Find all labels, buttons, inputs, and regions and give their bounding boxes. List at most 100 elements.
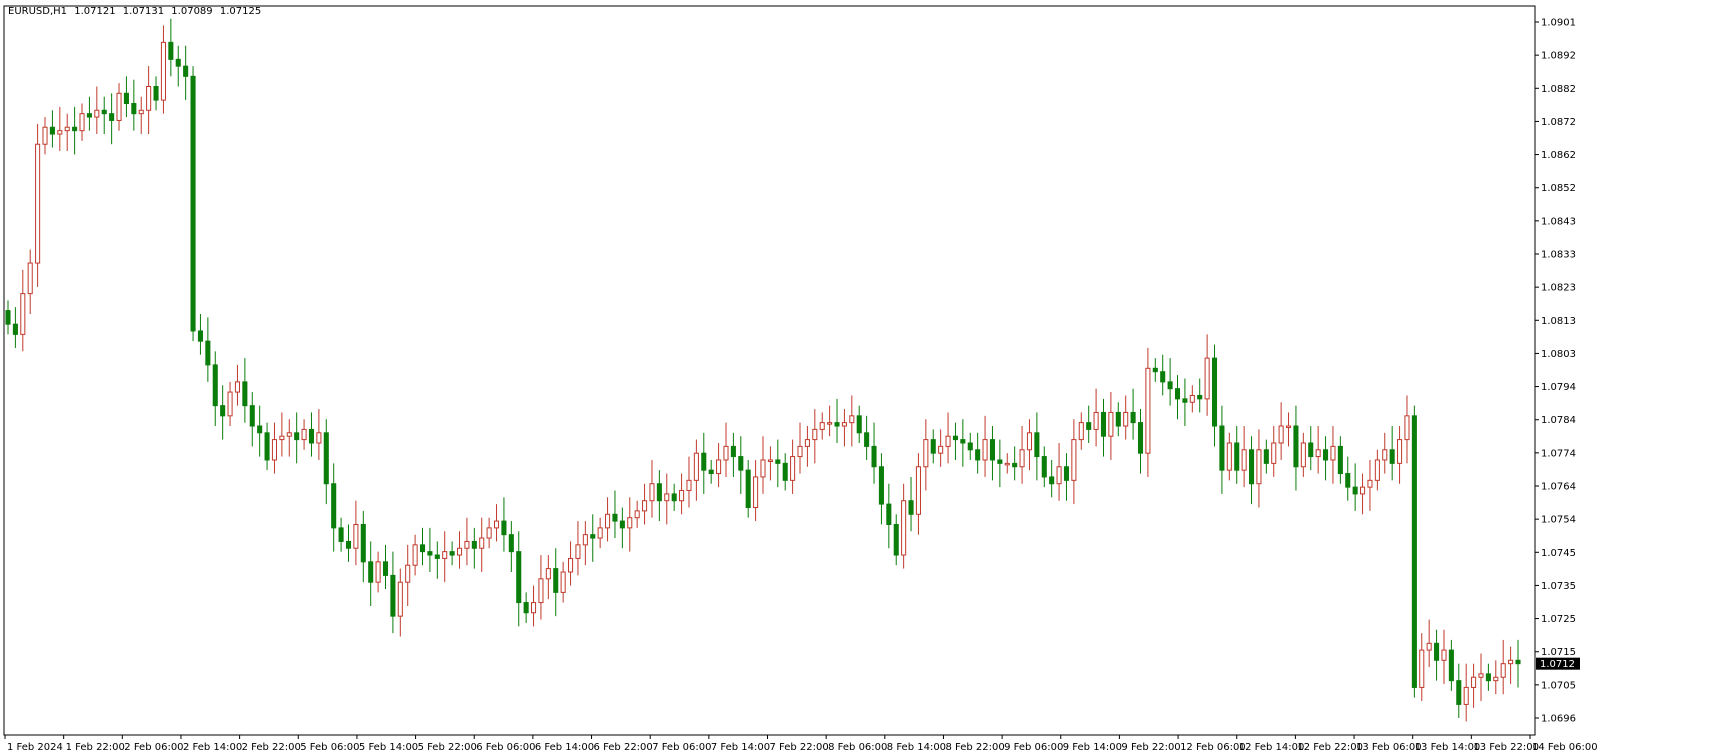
candle-body bbox=[35, 143, 41, 264]
candle-body bbox=[160, 41, 166, 101]
candle-body bbox=[908, 500, 914, 515]
candle-body bbox=[1145, 367, 1151, 454]
time-axis-label: 6 Feb 22:00 bbox=[594, 742, 653, 753]
candle-body bbox=[679, 490, 685, 502]
candle-body bbox=[57, 130, 63, 135]
candle-body bbox=[1493, 676, 1499, 682]
candle-body bbox=[1137, 422, 1144, 454]
candle-body bbox=[671, 493, 677, 502]
candle-body bbox=[1256, 449, 1262, 485]
candle-body bbox=[301, 428, 307, 441]
candle-body bbox=[390, 574, 396, 617]
candle-body bbox=[945, 435, 951, 447]
candle-body bbox=[1500, 663, 1506, 678]
candle-body bbox=[634, 510, 640, 519]
candle-body bbox=[316, 432, 322, 444]
price-axis-label: 1.0794 bbox=[1541, 382, 1576, 393]
candle-body bbox=[1508, 659, 1514, 665]
candle-body bbox=[893, 523, 899, 556]
candle-body bbox=[1360, 486, 1366, 495]
time-axis-label: 7 Feb 06:00 bbox=[652, 742, 711, 753]
candle-body bbox=[197, 330, 203, 342]
price-axis-label: 1.0872 bbox=[1541, 117, 1576, 128]
candle-body bbox=[375, 561, 381, 583]
candle-body bbox=[553, 568, 559, 593]
candle-body bbox=[878, 466, 884, 505]
candle-body bbox=[1337, 445, 1343, 475]
candle-body bbox=[915, 466, 921, 515]
candle-body bbox=[1182, 398, 1188, 403]
candle-body bbox=[597, 527, 603, 539]
time-axis-label: 5 Feb 22:00 bbox=[418, 742, 477, 753]
candle-body bbox=[116, 92, 122, 121]
candle-body bbox=[575, 544, 581, 559]
candle-body bbox=[930, 439, 936, 454]
candle-body bbox=[952, 435, 958, 441]
candle-body bbox=[42, 126, 48, 145]
candle-body bbox=[12, 323, 18, 335]
candle-body bbox=[1330, 445, 1336, 461]
candle-body bbox=[664, 493, 670, 502]
candle-body bbox=[1049, 476, 1055, 485]
price-axis-label: 1.0705 bbox=[1541, 680, 1576, 691]
candle-body bbox=[1130, 411, 1136, 424]
candle-body bbox=[1248, 449, 1255, 485]
candle-body bbox=[1226, 442, 1232, 471]
time-axis-label: 1 Feb 22:00 bbox=[66, 742, 125, 753]
candle-body bbox=[612, 513, 618, 522]
candle-body bbox=[923, 439, 929, 468]
candle-body bbox=[531, 602, 537, 614]
candle-body bbox=[153, 86, 159, 101]
candle-body bbox=[871, 445, 877, 468]
candle-body bbox=[183, 65, 189, 77]
time-axis-label: 1 Feb 2024 bbox=[7, 742, 63, 753]
candle-body bbox=[989, 439, 995, 461]
time-axis-label: 5 Feb 14:00 bbox=[359, 742, 418, 753]
candle-body bbox=[1204, 357, 1210, 400]
candle-body bbox=[975, 449, 981, 461]
time-axis-label: 7 Feb 22:00 bbox=[770, 742, 829, 753]
candle-body bbox=[642, 500, 648, 512]
candle-body bbox=[1471, 676, 1477, 688]
candle-body bbox=[745, 469, 751, 509]
candle-body bbox=[1234, 442, 1240, 471]
candle-body bbox=[345, 540, 352, 549]
price-axis-label: 1.0784 bbox=[1541, 415, 1576, 426]
candle-body bbox=[412, 544, 418, 566]
candle-body bbox=[1411, 415, 1417, 688]
candle-body bbox=[1374, 459, 1380, 481]
candle-body bbox=[1174, 388, 1181, 400]
time-axis-label: 6 Feb 06:00 bbox=[476, 742, 535, 753]
price-axis-label: 1.0852 bbox=[1541, 183, 1576, 194]
chart-window[interactable]: EURUSD,H1 1.07121 1.07131 1.07089 1.0712… bbox=[0, 0, 1725, 756]
candle-body bbox=[175, 58, 181, 67]
price-axis-label: 1.0862 bbox=[1541, 150, 1576, 161]
candle-body bbox=[1345, 473, 1351, 488]
candle-body bbox=[405, 564, 411, 583]
price-chart[interactable]: 1.0901 1.0892 1.0882 1.0872 1.0862 1.0852 1.08… bbox=[0, 0, 1725, 756]
candle-body bbox=[227, 391, 233, 417]
candle-body bbox=[442, 551, 448, 559]
price-axis-label: 1.0715 bbox=[1541, 647, 1576, 658]
candle-body bbox=[109, 113, 115, 121]
candle-body bbox=[27, 262, 33, 295]
time-axis-label: 8 Feb 06:00 bbox=[828, 742, 887, 753]
candle-body bbox=[508, 534, 514, 553]
candle-body bbox=[1323, 449, 1329, 461]
candle-body bbox=[1300, 442, 1306, 468]
candle-body bbox=[960, 439, 966, 444]
candle-body bbox=[819, 422, 825, 430]
time-axis-label: 13 Feb 22:00 bbox=[1473, 742, 1539, 753]
candle-body bbox=[841, 422, 847, 427]
candle-body bbox=[294, 432, 300, 441]
candle-body bbox=[782, 462, 788, 481]
candle-body bbox=[1189, 394, 1195, 403]
price-axis-label: 1.0774 bbox=[1541, 448, 1576, 459]
time-axis-label: 2 Feb 14:00 bbox=[183, 742, 242, 753]
candle-body bbox=[479, 537, 485, 549]
plot-frame bbox=[3, 5, 1536, 736]
candle-body bbox=[590, 534, 596, 539]
candle-body bbox=[701, 452, 707, 471]
candle-body bbox=[1352, 486, 1358, 495]
candle-body bbox=[1026, 432, 1033, 451]
